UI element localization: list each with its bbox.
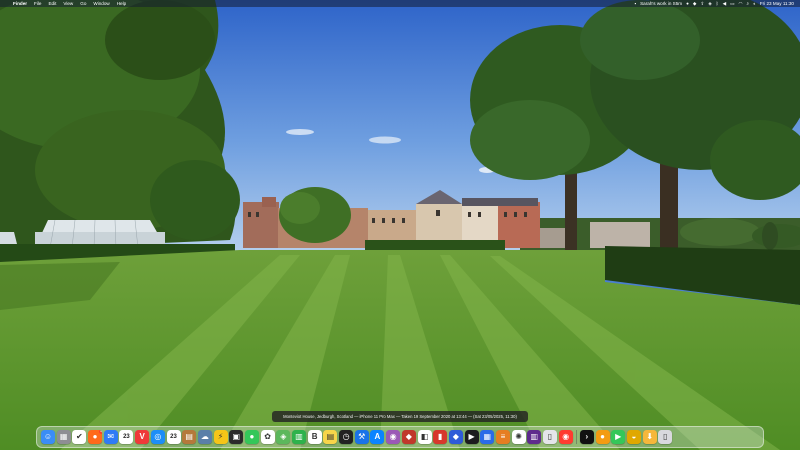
calendar-icon[interactable]: 23 <box>166 430 181 444</box>
menu-clock[interactable]: Fri 23 May 11:30 <box>760 0 794 7</box>
xcode-icon[interactable]: ⚒ <box>354 430 369 444</box>
status-indicator-icon[interactable]: ▪ <box>634 0 636 7</box>
terminal-icon[interactable]: › <box>579 430 594 444</box>
launchpad-icon[interactable]: ▦ <box>56 430 71 444</box>
upload-icon[interactable]: ⇪ <box>700 0 704 7</box>
control-center-icon[interactable]: ◐ <box>753 0 756 7</box>
numbers-icon[interactable]: ▥ <box>292 430 306 444</box>
bbedit-icon[interactable]: B <box>307 430 322 444</box>
tv-icon[interactable]: ▶ <box>464 430 479 444</box>
shield-icon[interactable]: ◆ <box>448 430 463 444</box>
menu-window[interactable]: Window <box>93 0 109 7</box>
menu-help[interactable]: Help <box>117 0 126 7</box>
bluetooth-icon[interactable]: ᛒ <box>716 0 719 7</box>
document-icon[interactable]: ▯ <box>543 430 557 444</box>
safari-icon[interactable]: ◎ <box>150 430 165 444</box>
menu-bar-left: Finder File Edit View Go Window Help <box>6 0 126 7</box>
record-icon[interactable]: ◉ <box>558 430 573 444</box>
appstore-icon[interactable]: A <box>370 430 385 444</box>
maps-icon[interactable]: ◈ <box>276 430 291 444</box>
menu-bar: Finder File Edit View Go Window Help ▪ S… <box>0 0 800 7</box>
gpu-icon[interactable]: ▦ <box>480 430 495 444</box>
dock-separator <box>575 430 577 444</box>
podcasts-icon[interactable]: ◉ <box>386 430 401 444</box>
stack-icon[interactable]: ≡ <box>495 430 510 444</box>
desktop-wallpaper <box>0 0 800 450</box>
clock-icon[interactable]: ◷ <box>339 430 354 444</box>
notification-badge: 1 <box>98 430 103 434</box>
gold-app-icon[interactable]: ◒ <box>626 430 641 444</box>
downloads-icon[interactable]: ⬇ <box>642 430 657 444</box>
orange-app-icon[interactable]: ● <box>595 430 610 444</box>
menu-go[interactable]: Go <box>80 0 86 7</box>
archive-icon[interactable]: ▤ <box>182 430 197 444</box>
menu-file[interactable]: File <box>34 0 41 7</box>
vivaldi-icon[interactable]: V <box>135 430 150 444</box>
bear-icon[interactable]: ▮ <box>433 430 448 444</box>
microphone-icon[interactable]: ● <box>686 0 689 7</box>
weather-icon[interactable]: ☁ <box>197 430 212 444</box>
calendar-icon[interactable]: 23 <box>119 430 134 444</box>
photo-caption: Monteviot House, Jedburgh, Scotland — iP… <box>272 411 528 422</box>
trash-icon[interactable]: ▯ <box>658 430 673 444</box>
dock: ☺ ▦ ✔ ● 1 ✉ 23 V ◎ 23 ▤ ☁ ⚡ ▣ ● ✿ ◈ ▥ B ▤ ◷ ⚒ A ◉ ◆ ◧ ▮ ◆ ▶ ▦ ≡ ✺ ▥ ▯ ◉ › ● ▶… <box>36 426 764 448</box>
mail-icon[interactable]: ✉ <box>103 430 118 444</box>
menu-edit[interactable]: Edit <box>48 0 56 7</box>
firefox-icon[interactable]: ● 1 <box>88 430 103 444</box>
menu-app-name[interactable]: Finder <box>13 0 27 7</box>
photos-icon[interactable]: ✿ <box>260 430 275 444</box>
reminders-icon[interactable]: ✔ <box>72 430 87 444</box>
shield-status-icon[interactable]: ◈ <box>708 0 712 7</box>
battery-icon[interactable]: ▭ <box>730 0 734 7</box>
facetime-icon[interactable]: ▶ <box>611 430 626 444</box>
finder-icon[interactable]: ☺ <box>41 430 55 444</box>
openai-icon[interactable]: ✺ <box>511 430 526 444</box>
lightning-icon[interactable]: ⚡ <box>213 430 228 444</box>
dropbox-icon[interactable]: ◆ <box>693 0 697 7</box>
menu-view[interactable]: View <box>63 0 73 7</box>
status-title[interactable]: Sarah's work in S5m <box>640 0 682 7</box>
affinity-icon[interactable]: ◆ <box>401 430 416 444</box>
menu-bar-right: ▪ Sarah's work in S5m ● ◆ ⇪ ◈ ᛒ ◀ ▭ ◠ ⌕ … <box>634 0 794 7</box>
wifi-icon[interactable]: ◠ <box>738 0 742 7</box>
messages-icon[interactable]: ● <box>244 430 259 444</box>
notes-icon[interactable]: ▤ <box>323 430 338 444</box>
search-icon[interactable]: ⌕ <box>747 0 750 7</box>
volume-icon[interactable]: ◀ <box>723 0 727 7</box>
equalizer-icon[interactable]: ▥ <box>527 430 542 444</box>
frame-icon[interactable]: ◧ <box>417 430 432 444</box>
terminal-icon[interactable]: ▣ <box>229 430 244 444</box>
